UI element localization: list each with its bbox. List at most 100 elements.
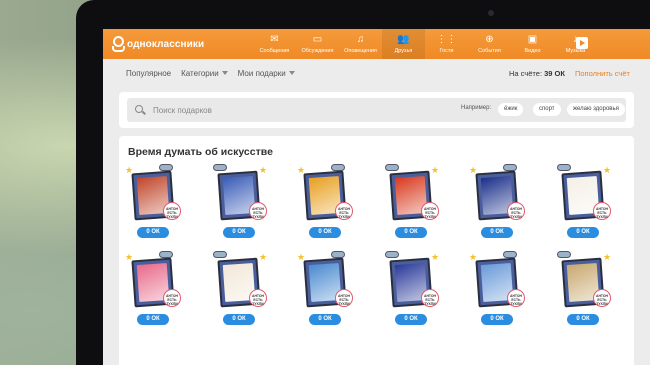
search-input[interactable] (153, 103, 353, 117)
cloud-decoration (159, 164, 173, 171)
nav-item[interactable]: ⋮⋮ Гости (425, 29, 468, 59)
artist-sticker: АНТОН ЕСТЬ ТУХЛИ (249, 289, 267, 307)
gift-card[interactable]: ★ АНТОН ЕСТЬ ТУХЛИ 0 ОК (297, 164, 357, 244)
artist-sticker: АНТОН ЕСТЬ ТУХЛИ (421, 202, 439, 220)
categories-dropdown[interactable]: Категории (181, 69, 228, 78)
top-navigation-bar: одноклассники ✉ Сообщения ▭ Обсуждения ♫ Опов… (103, 29, 650, 59)
nav-label: События (478, 48, 501, 54)
gifts-section: Время думать об искусстве ★ АНТОН ЕСТЬ ТУ… (119, 136, 634, 365)
popular-link[interactable]: Популярное (126, 69, 171, 78)
cloud-decoration (331, 251, 345, 258)
logo-text: одноклассники (127, 38, 205, 50)
gift-card[interactable]: ★ АНТОН ЕСТЬ ТУХЛИ 0 ОК (469, 251, 529, 331)
artist-sticker: АНТОН ЕСТЬ ТУХЛИ (593, 202, 611, 220)
star-decoration: ★ (259, 165, 268, 175)
ok-logo-icon (111, 36, 125, 52)
balance-value: 39 ОК (544, 69, 565, 78)
bell-icon: ♫ (356, 34, 365, 45)
cloud-decoration (557, 164, 571, 171)
star-decoration: ★ (603, 165, 612, 175)
balance: На счёте: 39 ОК (509, 69, 565, 78)
price-button[interactable]: 0 ОК (567, 314, 599, 325)
events-icon: ⊕ (485, 34, 494, 45)
price-button[interactable]: 0 ОК (309, 314, 341, 325)
price-button[interactable]: 0 ОК (223, 314, 255, 325)
play-icon[interactable] (576, 37, 588, 49)
nav-item[interactable]: ⊕ События (468, 29, 511, 59)
star-decoration: ★ (603, 252, 612, 262)
nav-label: Обсуждения (301, 48, 334, 54)
laptop-screen: одноклассники ✉ Сообщения ▭ Обсуждения ♫ Опов… (103, 29, 650, 365)
price-button[interactable]: 0 ОК (137, 227, 169, 238)
nav-item[interactable]: ▭ Обсуждения (296, 29, 339, 59)
star-decoration: ★ (259, 252, 268, 262)
gift-search-panel: Например: ёжик спорт желаю здоровья (119, 92, 634, 128)
chevron-down-icon (288, 71, 295, 75)
artist-sticker: АНТОН ЕСТЬ ТУХЛИ (249, 202, 267, 220)
gift-card[interactable]: ★ АНТОН ЕСТЬ ТУХЛИ 0 ОК (125, 164, 185, 244)
gift-card[interactable]: ★ АНТОН ЕСТЬ ТУХЛИ 0 ОК (211, 164, 271, 244)
search-chip[interactable]: спорт (533, 103, 561, 116)
nav-item[interactable]: 👥 Друзья (382, 29, 425, 59)
cloud-decoration (503, 251, 517, 258)
cloud-decoration (557, 251, 571, 258)
search-chip[interactable]: желаю здоровья (567, 103, 625, 116)
price-button[interactable]: 0 ОК (481, 314, 513, 325)
webcam (488, 10, 494, 16)
gift-card[interactable]: ★ АНТОН ЕСТЬ ТУХЛИ 0 ОК (297, 251, 357, 331)
artist-sticker: АНТОН ЕСТЬ ТУХЛИ (421, 289, 439, 307)
cloud-decoration (385, 251, 399, 258)
ok-logo[interactable]: одноклассники (111, 36, 204, 52)
star-decoration: ★ (431, 165, 440, 175)
search-field: Например: ёжик спорт желаю здоровья (127, 98, 626, 122)
gift-card[interactable]: ★ АНТОН ЕСТЬ ТУХЛИ 0 ОК (383, 251, 443, 331)
balance-label: На счёте: (509, 69, 543, 78)
cloud-decoration (213, 164, 227, 171)
price-button[interactable]: 0 ОК (223, 227, 255, 238)
price-button[interactable]: 0 ОК (395, 314, 427, 325)
envelope-icon: ✉ (270, 34, 279, 45)
main-nav: ✉ Сообщения ▭ Обсуждения ♫ Оповещения 👥 Друзья ⋮… (253, 29, 597, 59)
gift-card[interactable]: ★ АНТОН ЕСТЬ ТУХЛИ 0 ОК (469, 164, 529, 244)
artist-sticker: АНТОН ЕСТЬ ТУХЛИ (507, 202, 525, 220)
gift-card[interactable]: ★ АНТОН ЕСТЬ ТУХЛИ 0 ОК (555, 251, 615, 331)
artist-sticker: АНТОН ЕСТЬ ТУХЛИ (507, 289, 525, 307)
chat-icon: ▭ (312, 34, 323, 45)
video-camera-icon: ▣ (527, 34, 538, 45)
gift-card[interactable]: ★ АНТОН ЕСТЬ ТУХЛИ 0 ОК (555, 164, 615, 244)
section-title: Время думать об искусстве (128, 146, 273, 158)
artist-sticker: АНТОН ЕСТЬ ТУХЛИ (163, 202, 181, 220)
categories-label: Категории (181, 68, 219, 78)
nav-label: Гости (439, 48, 454, 54)
topup-link[interactable]: Пополнить счёт (575, 69, 630, 78)
cloud-decoration (159, 251, 173, 258)
price-button[interactable]: 0 ОК (137, 314, 169, 325)
footprints-icon: ⋮⋮ (436, 34, 457, 45)
search-chip[interactable]: ёжик (498, 103, 524, 116)
my-gifts-label: Мои подарки (237, 68, 286, 78)
price-button[interactable]: 0 ОК (309, 227, 341, 238)
star-decoration: ★ (431, 252, 440, 262)
gifts-subnav: Популярное Категории Мои подарки На счёт… (103, 59, 650, 87)
example-label: Например: (461, 105, 492, 111)
nav-label: Друзья (394, 48, 413, 54)
artist-sticker: АНТОН ЕСТЬ ТУХЛИ (335, 202, 353, 220)
gift-card[interactable]: ★ АНТОН ЕСТЬ ТУХЛИ 0 ОК (383, 164, 443, 244)
nav-item[interactable]: ▣ Видео (511, 29, 554, 59)
gift-card[interactable]: ★ АНТОН ЕСТЬ ТУХЛИ 0 ОК (125, 251, 185, 331)
my-gifts-dropdown[interactable]: Мои подарки (238, 69, 295, 78)
nav-item[interactable]: ♫ Оповещения (339, 29, 382, 59)
price-button[interactable]: 0 ОК (481, 227, 513, 238)
chevron-down-icon (221, 71, 228, 75)
cloud-decoration (213, 251, 227, 258)
nav-item[interactable]: ✉ Сообщения (253, 29, 296, 59)
gift-card[interactable]: ★ АНТОН ЕСТЬ ТУХЛИ 0 ОК (211, 251, 271, 331)
cloud-decoration (331, 164, 345, 171)
cloud-decoration (385, 164, 399, 171)
price-button[interactable]: 0 ОК (395, 227, 427, 238)
cloud-decoration (503, 164, 517, 171)
friends-icon: 👥 (397, 34, 410, 45)
nav-label: Видео (524, 48, 541, 54)
nav-label: Оповещения (344, 48, 377, 54)
price-button[interactable]: 0 ОК (567, 227, 599, 238)
